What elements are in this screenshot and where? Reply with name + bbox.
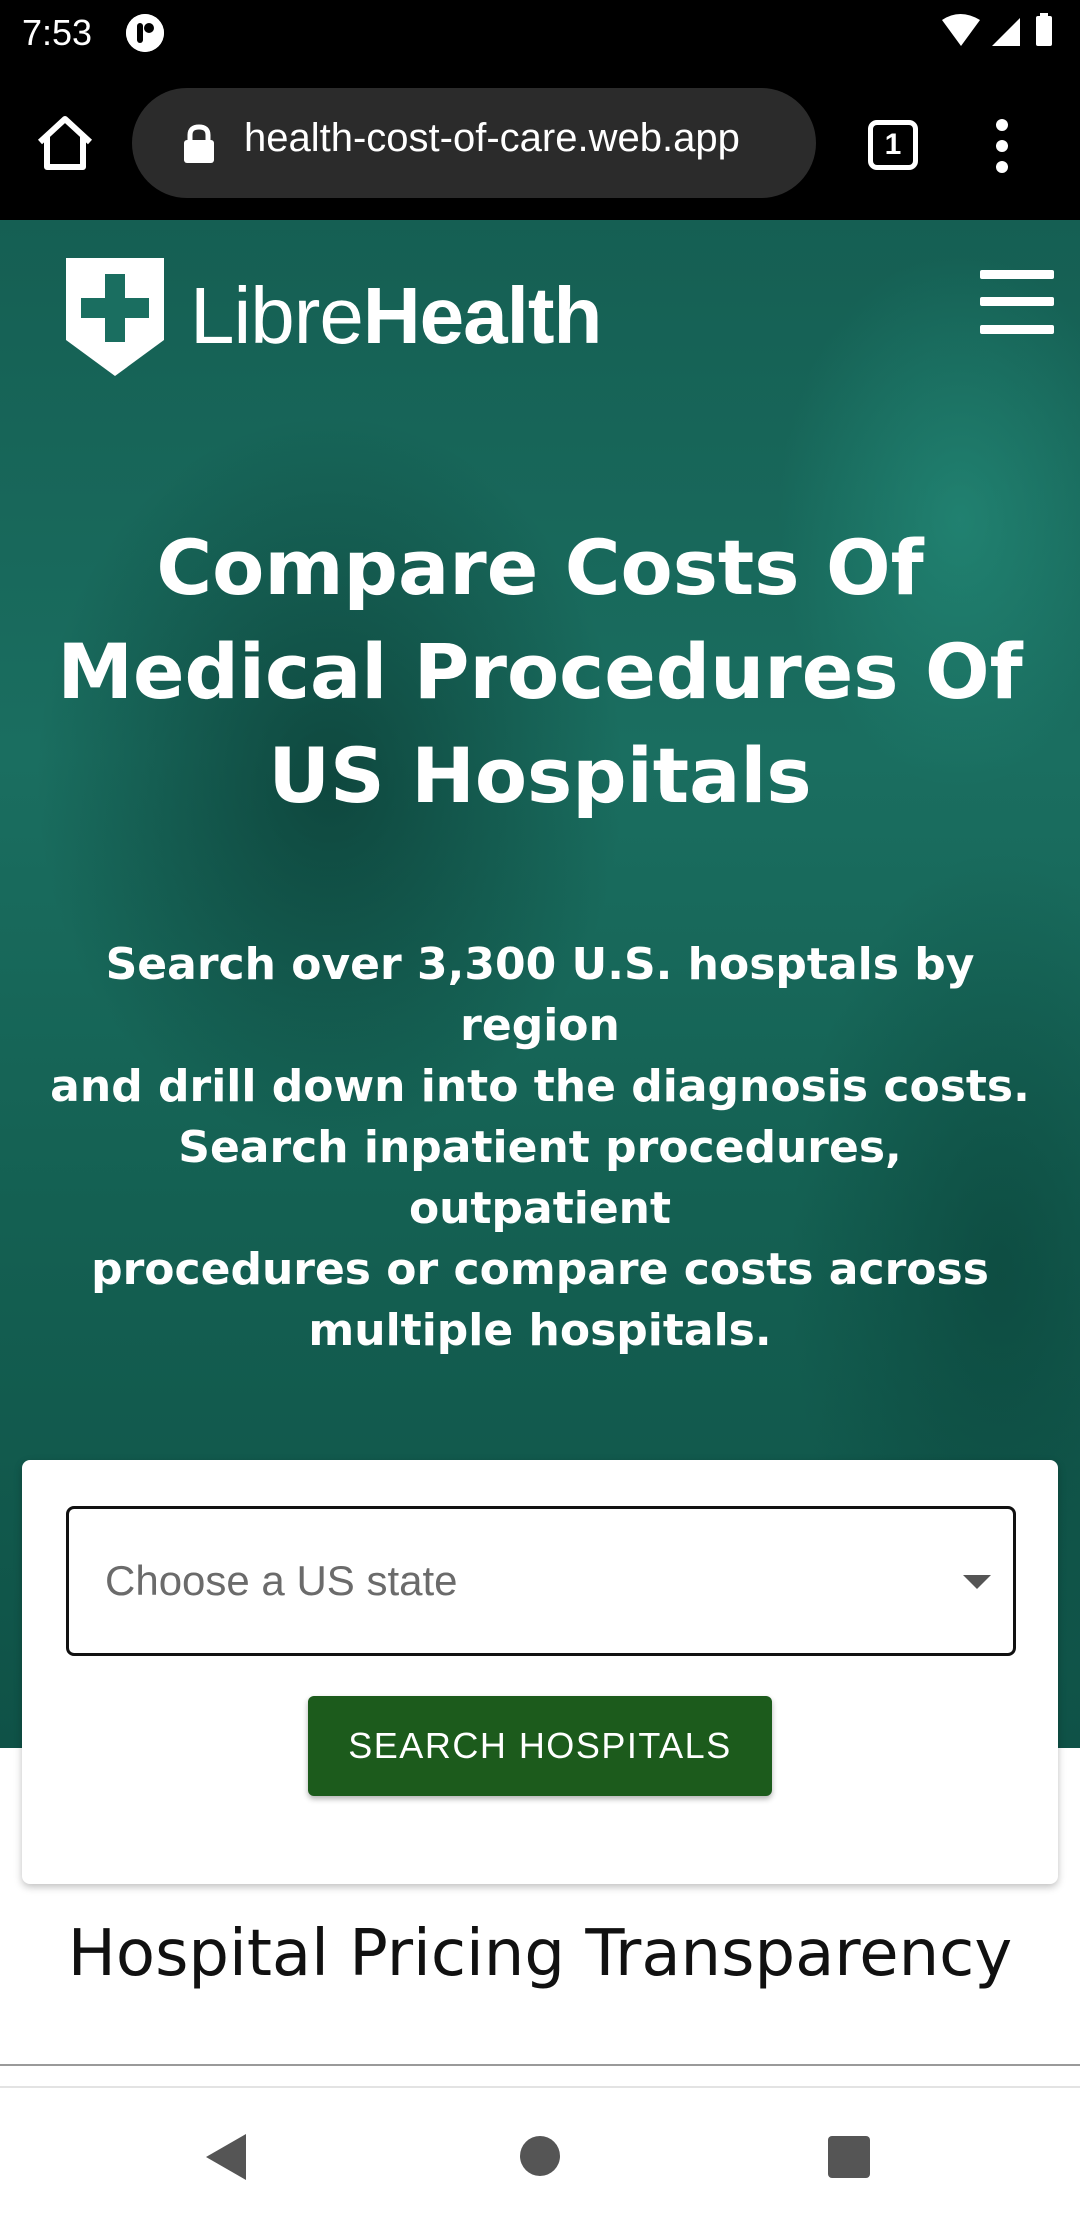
more-vert-icon[interactable]: [992, 116, 1012, 176]
url-text: health-cost-of-care.web.app: [244, 116, 740, 160]
status-time: 7:53: [22, 12, 93, 53]
logo-wordmark: LibreHealth: [190, 276, 602, 356]
hero-subtitle-line: and drill down into the diagnosis costs.: [50, 1061, 1030, 1112]
system-nav-bar: [0, 2090, 1080, 2220]
hero-title-line: Medical Procedures Of: [57, 627, 1023, 716]
hero-title: Compare Costs Of Medical Procedures Of U…: [40, 516, 1040, 828]
tab-count: 1: [884, 128, 902, 161]
hero-subtitle-line: Search over 3,300 U.S. hosptals by regio…: [105, 939, 975, 1051]
search-hospitals-button[interactable]: SEARCH HOSPITALS: [308, 1696, 772, 1796]
back-icon[interactable]: [204, 2132, 248, 2182]
signal-icon: [992, 18, 1020, 46]
wifi-icon: [942, 14, 980, 46]
hero-subtitle-line: multiple hospitals.: [308, 1305, 772, 1356]
logo-text-health: Health: [362, 271, 602, 360]
section-title: Hospital Pricing Transparency: [67, 1917, 1013, 1991]
hero-subtitle-line: procedures or compare costs across: [91, 1244, 989, 1295]
hamburger-menu-icon[interactable]: [980, 270, 1054, 334]
battery-icon: [1036, 16, 1052, 46]
hero-subtitle: Search over 3,300 U.S. hosptals by regio…: [40, 934, 1040, 1361]
logo-text-libre: Libre: [190, 271, 364, 360]
address-bar[interactable]: health-cost-of-care.web.app: [132, 88, 816, 198]
app-notification-icon: [126, 14, 164, 52]
hero-title-line: US Hospitals: [268, 731, 812, 820]
recent-apps-icon[interactable]: [828, 2136, 870, 2178]
state-select[interactable]: Choose a US state: [66, 1506, 1016, 1656]
home-icon[interactable]: [34, 112, 96, 174]
divider: [0, 2086, 1080, 2088]
status-indicators-icon: [942, 13, 1052, 46]
hero-subtitle-line: Search inpatient procedures, outpatient: [178, 1122, 902, 1234]
dropdown-arrow-icon: [963, 1575, 991, 1591]
tabs-icon[interactable]: 1: [868, 120, 918, 170]
search-card: Choose a US state SEARCH HOSPITALS: [22, 1460, 1058, 1884]
state-select-placeholder: Choose a US state: [105, 1557, 458, 1604]
status-icons: [940, 12, 1060, 56]
hero-title-line: Compare Costs Of: [156, 523, 924, 612]
divider: [0, 2064, 1080, 2066]
lock-icon: [182, 124, 216, 164]
status-bar: 7:53: [0, 0, 1080, 66]
browser-toolbar: health-cost-of-care.web.app 1: [0, 66, 1080, 220]
shield-cross-logo-icon: [66, 258, 164, 376]
home-nav-icon[interactable]: [520, 2136, 560, 2176]
